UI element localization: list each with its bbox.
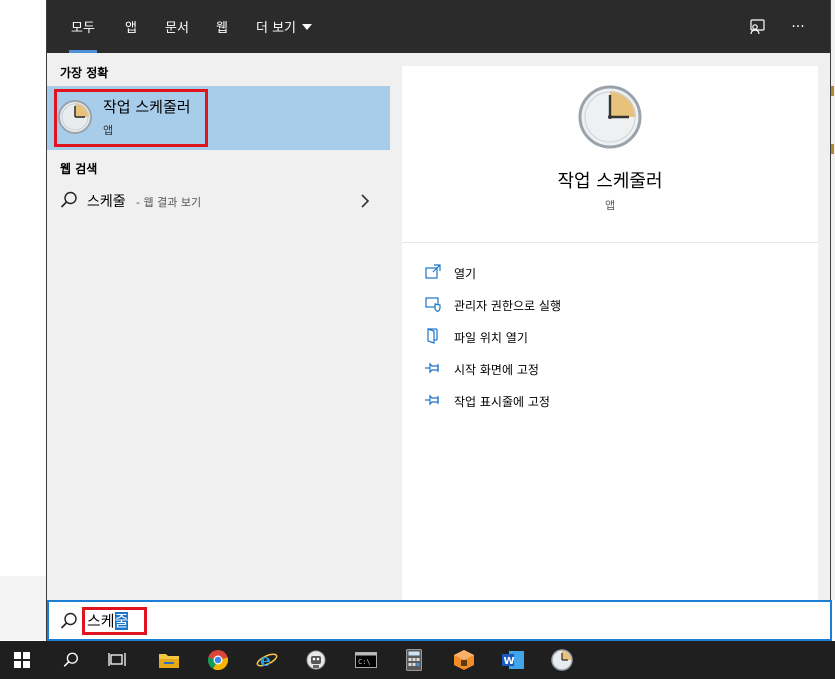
action-open-file-location-label: 파일 위치 열기 bbox=[454, 331, 528, 345]
search-tabs-bar: 모두 앱 문서 웹 더 보기 ··· bbox=[47, 0, 830, 53]
file-explorer-icon[interactable] bbox=[153, 645, 185, 675]
tab-more-label: 더 보기 bbox=[255, 21, 296, 36]
svg-text:W: W bbox=[504, 656, 515, 667]
clock-icon bbox=[58, 100, 92, 134]
web-search-result[interactable]: 스케줄 - 웹 결과 보기 bbox=[47, 185, 390, 217]
tab-web-label: 웹 bbox=[216, 21, 228, 36]
action-pin-to-start-label: 시작 화면에 고정 bbox=[454, 363, 539, 377]
action-open-label: 열기 bbox=[454, 267, 477, 281]
tab-all-label: 모두 bbox=[71, 21, 95, 36]
best-match-name: 작업 스케줄러 bbox=[103, 98, 191, 116]
search-box[interactable]: 스케줄 bbox=[47, 600, 832, 641]
web-search-heading: 웹 검색 bbox=[60, 162, 98, 176]
pin-icon bbox=[425, 362, 439, 374]
web-search-term: 스케줄 bbox=[87, 194, 126, 210]
chevron-right-icon[interactable] bbox=[357, 191, 373, 211]
internet-explorer-icon[interactable]: e bbox=[251, 645, 283, 675]
clock-icon bbox=[578, 85, 642, 149]
open-icon bbox=[425, 264, 441, 279]
tab-apps-label: 앱 bbox=[125, 21, 137, 36]
action-open[interactable]: 열기 bbox=[424, 261, 794, 285]
app-type: 앱 bbox=[604, 199, 616, 212]
search-icon[interactable] bbox=[55, 645, 87, 675]
terminal-icon[interactable]: C:\ bbox=[350, 645, 382, 675]
tab-apps[interactable]: 앱 bbox=[113, 0, 149, 53]
desktop-strip bbox=[0, 576, 46, 640]
action-run-as-admin[interactable]: 관리자 권한으로 실행 bbox=[424, 293, 794, 317]
best-match-item[interactable]: 작업 스케줄러 앱 bbox=[47, 86, 390, 150]
word-icon[interactable]: W bbox=[497, 645, 529, 675]
results-list: 가장 정확 작업 스케줄러 앱 웹 검색 스케줄 - 웹 결과 보기 bbox=[47, 53, 390, 601]
taskbar: e C:\ W bbox=[0, 641, 835, 679]
web-search-suffix: - 웹 결과 보기 bbox=[136, 196, 202, 209]
action-pin-to-taskbar[interactable]: 작업 표시줄에 고정 bbox=[424, 389, 794, 413]
search-icon bbox=[60, 191, 77, 208]
app-details-pane: 작업 스케줄러 앱 열기 관리자 권한으로 실행 파일 위치 열기 시작 화면에… bbox=[402, 66, 818, 601]
feedback-icon[interactable] bbox=[744, 14, 770, 40]
best-match-type: 앱 bbox=[103, 124, 114, 137]
action-pin-to-taskbar-label: 작업 표시줄에 고정 bbox=[454, 395, 550, 409]
svg-text:C:\: C:\ bbox=[358, 658, 371, 666]
tab-web[interactable]: 웹 bbox=[205, 0, 239, 53]
search-input[interactable]: 스케줄 bbox=[87, 610, 129, 631]
package-icon[interactable] bbox=[448, 645, 480, 675]
app-title: 작업 스케줄러 bbox=[557, 171, 663, 192]
action-pin-to-start[interactable]: 시작 화면에 고정 bbox=[424, 357, 794, 381]
calculator-icon[interactable] bbox=[398, 645, 430, 675]
task-scheduler-icon[interactable] bbox=[546, 645, 578, 675]
action-open-file-location[interactable]: 파일 위치 열기 bbox=[424, 325, 794, 349]
chevron-down-icon bbox=[302, 23, 312, 30]
search-typed-text: 스케 bbox=[87, 612, 115, 630]
action-run-as-admin-label: 관리자 권한으로 실행 bbox=[454, 299, 561, 313]
tab-documents-label: 문서 bbox=[165, 21, 189, 36]
more-options-icon[interactable]: ··· bbox=[785, 14, 811, 40]
more-options-label: ··· bbox=[791, 19, 805, 35]
robot-app-icon[interactable] bbox=[300, 645, 332, 675]
svg-text:e: e bbox=[260, 651, 271, 671]
tab-all[interactable]: 모두 bbox=[59, 0, 107, 53]
chrome-icon[interactable] bbox=[202, 645, 234, 675]
file-location-icon bbox=[427, 328, 438, 344]
divider bbox=[402, 242, 818, 243]
pin-icon bbox=[425, 394, 439, 406]
search-selected-text: 줄 bbox=[114, 612, 129, 630]
task-view-icon[interactable] bbox=[101, 645, 133, 675]
search-icon bbox=[60, 612, 77, 629]
tab-documents[interactable]: 문서 bbox=[155, 0, 199, 53]
start-windows-icon[interactable] bbox=[6, 645, 38, 675]
start-search-panel: 모두 앱 문서 웹 더 보기 ··· 가장 정확 작업 스케줄러 앱 웹 검색 … bbox=[46, 0, 832, 641]
admin-shield-icon bbox=[425, 297, 441, 313]
tab-more[interactable]: 더 보기 bbox=[247, 0, 321, 53]
best-match-heading: 가장 정확 bbox=[60, 66, 109, 80]
